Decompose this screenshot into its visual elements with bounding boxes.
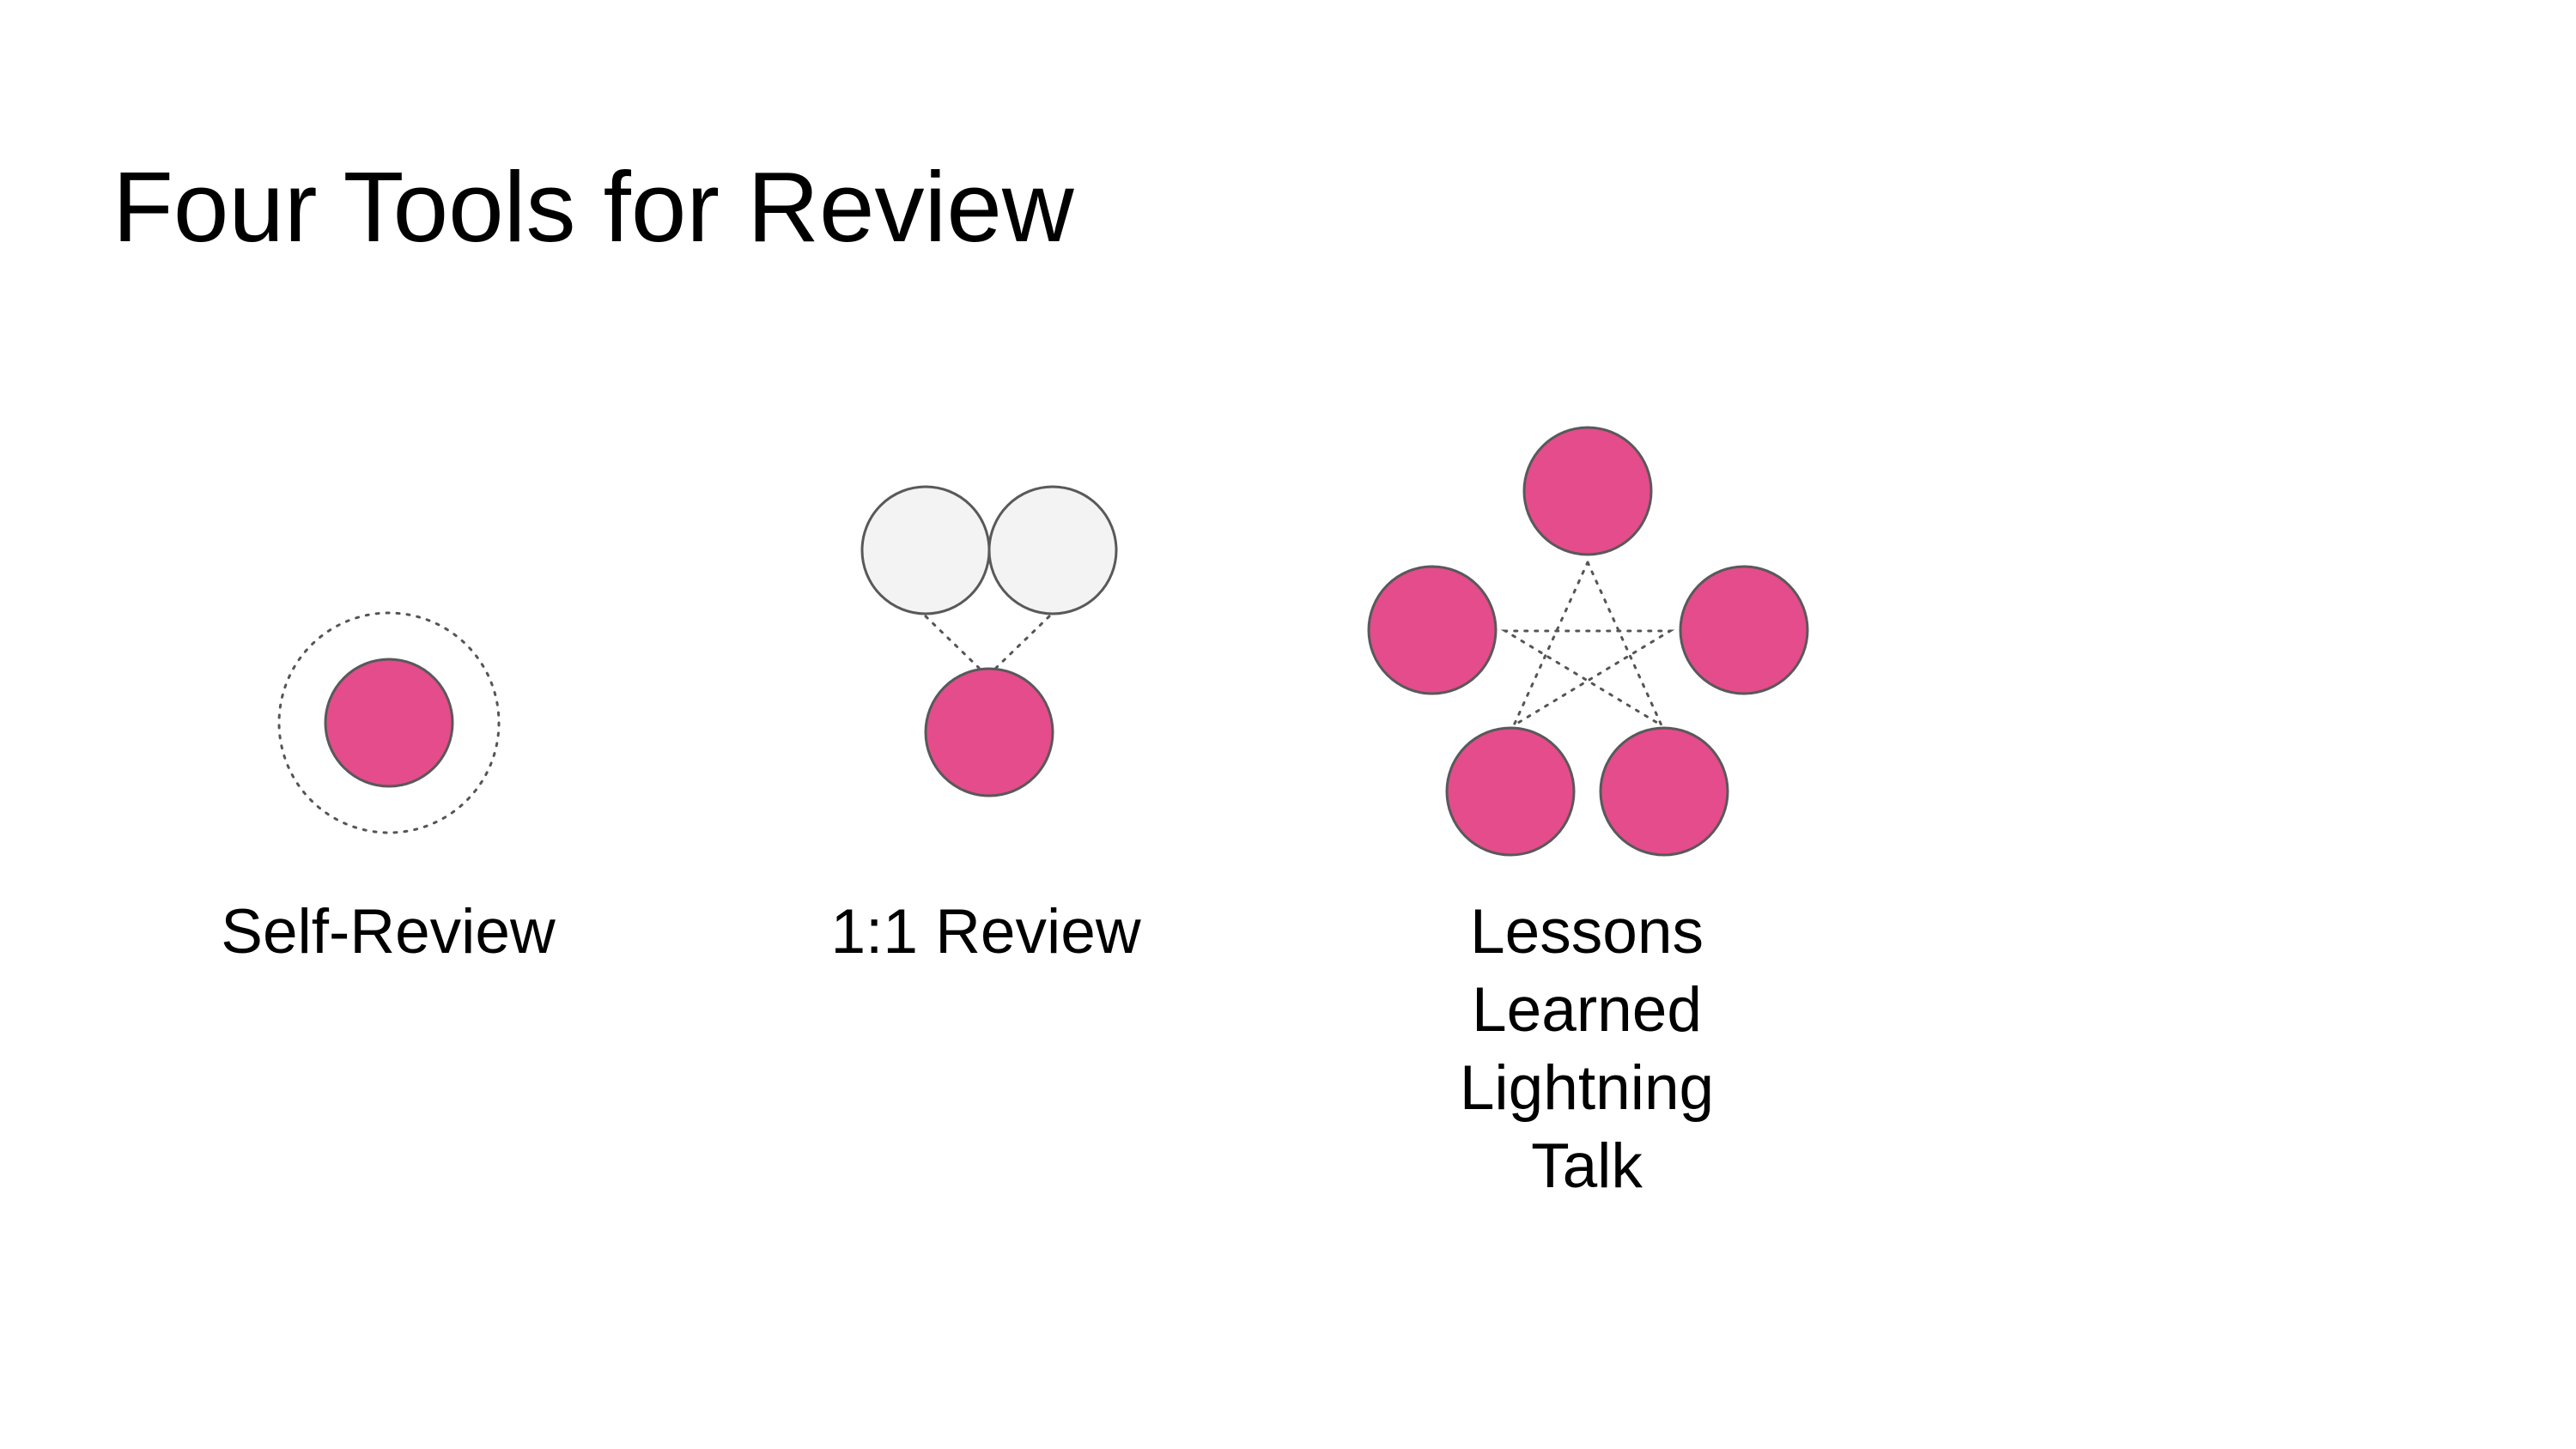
talk-node-left: [1367, 565, 1498, 695]
self-review-label-line: Self-Review: [221, 897, 556, 967]
one-on-one-participant-node: [924, 667, 1054, 797]
one-on-one-review-label-line: 1:1 Review: [830, 897, 1141, 967]
talk-node-right: [1679, 565, 1809, 695]
lightning-talk-diagram: [1367, 426, 1809, 857]
lightning-talk-label: Lessons Learned Lightning Talk: [1329, 893, 1844, 1205]
pentagram-connector: [1500, 561, 1675, 729]
peer-node-right: [987, 485, 1118, 615]
lightning-talk-label-line-4: Talk: [1531, 1131, 1643, 1201]
lightning-talk-label-line-3: Lightning: [1459, 1053, 1715, 1123]
peer-node-left: [860, 485, 991, 615]
lightning-talk-label-line-1: Lessons: [1470, 897, 1704, 967]
one-on-one-review-diagram: [860, 485, 1118, 797]
talk-node-top: [1522, 426, 1653, 556]
self-review-label: Self-Review: [131, 893, 646, 971]
talk-node-bottom-right: [1599, 726, 1729, 857]
peer-connector-right: [994, 615, 1051, 670]
lightning-talk-label-line-2: Learned: [1472, 975, 1702, 1045]
one-on-one-review-label: 1:1 Review: [728, 893, 1243, 971]
self-review-diagram: [277, 611, 501, 834]
talk-node-bottom-left: [1445, 726, 1576, 857]
review-tools-diagram: [277, 426, 1809, 857]
peer-connector-left: [924, 615, 981, 670]
slide: Four Tools for Review Self-Review 1:1 Re…: [0, 0, 2576, 1449]
self-participant-node: [324, 658, 454, 788]
